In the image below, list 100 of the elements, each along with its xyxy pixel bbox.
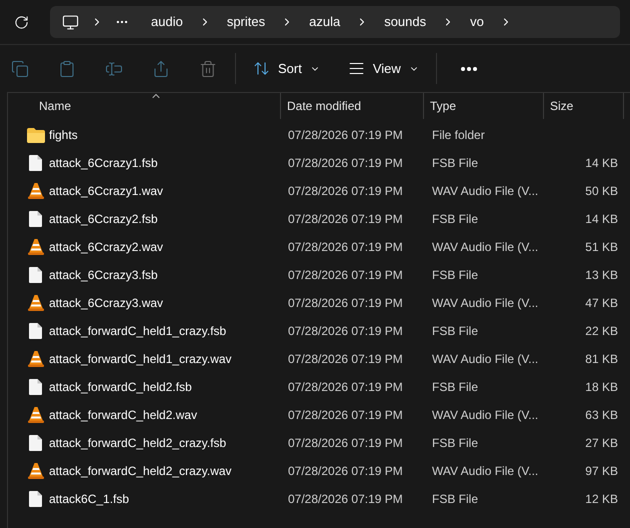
type-cell: FSB File [432, 324, 478, 338]
size-cell-text: 12 KB [585, 491, 618, 508]
breadcrumb-item[interactable]: sounds [376, 12, 434, 32]
file-name: attack_6Ccrazy2.wav [49, 239, 164, 256]
sort-arrows-icon [253, 60, 270, 77]
type-cell: FSB File [432, 380, 478, 394]
address-bar[interactable]: audio sprites azula sounds vo [50, 6, 620, 38]
file-row[interactable]: fights 07/28/2026 07:19 PM File folder [8, 121, 630, 149]
size-cell-text: 81 KB [585, 351, 618, 368]
date-cell: 07/28/2026 07:19 PM [288, 156, 403, 170]
type-cell: WAV Audio File (V... [432, 408, 538, 422]
traffic-cone-icon [28, 463, 44, 479]
date-cell: 07/28/2026 07:19 PM [288, 268, 403, 282]
file-name: attack_6Ccrazy3.wav [49, 295, 164, 312]
rename-icon[interactable] [105, 60, 123, 78]
view-button[interactable]: View [344, 54, 422, 84]
file-row[interactable]: attack6C_1.fsb 07/28/2026 07:19 PM FSB File 12 KB [8, 485, 630, 513]
file-name: attack_forwardC_held2.wav [49, 407, 198, 424]
type-cell: WAV Audio File (V... [432, 352, 538, 366]
size-cell-text: 97 KB [585, 463, 618, 480]
breadcrumb-item[interactable]: sprites [218, 12, 274, 32]
document-icon [29, 155, 42, 171]
document-icon [29, 211, 42, 227]
size-cell-text: 27 KB [585, 435, 618, 452]
size-cell-text: 22 KB [585, 323, 618, 340]
file-name: attack_forwardC_held1_crazy.fsb [49, 323, 226, 340]
file-name: attack_6Ccrazy2.fsb [49, 211, 158, 228]
type-cell: WAV Audio File (V... [432, 240, 538, 254]
file-name: attack_forwardC_held2_crazy.wav [49, 463, 232, 480]
file-row[interactable]: attack_forwardC_held1_crazy.wav 07/28/2026 07:19 PM WAV Audio File (V... 81 KB [8, 345, 630, 373]
sort-button[interactable]: Sort [250, 54, 323, 84]
column-header[interactable]: Size [544, 93, 624, 119]
traffic-cone-icon [28, 295, 44, 311]
date-cell: 07/28/2026 07:19 PM [288, 324, 403, 338]
refresh-icon [14, 14, 28, 30]
date-cell: 07/28/2026 07:19 PM [288, 128, 403, 142]
type-cell: WAV Audio File (V... [432, 296, 538, 310]
type-cell: File folder [432, 128, 485, 142]
file-name: attack6C_1.fsb [49, 491, 130, 508]
date-cell: 07/28/2026 07:19 PM [288, 464, 403, 478]
date-cell: 07/28/2026 07:19 PM [288, 352, 403, 366]
traffic-cone-icon [28, 239, 44, 255]
paste-icon[interactable] [58, 60, 76, 78]
computer-icon [62, 14, 79, 30]
document-icon [29, 435, 42, 451]
column-header[interactable]: Name [8, 93, 281, 119]
document-icon [29, 491, 42, 507]
date-cell: 07/28/2026 07:19 PM [288, 380, 403, 394]
date-cell: 07/28/2026 07:19 PM [288, 212, 403, 226]
type-cell: FSB File [432, 156, 478, 170]
breadcrumb-item[interactable]: azula [301, 12, 348, 32]
size-cell-text: 63 KB [585, 407, 618, 424]
file-row[interactable]: attack_6Ccrazy1.wav 07/28/2026 07:19 PM WAV Audio File (V... 50 KB [8, 177, 630, 205]
document-icon [29, 267, 42, 283]
more-icon [460, 66, 477, 70]
traffic-cone-icon [28, 351, 44, 367]
column-header[interactable]: Type [424, 93, 544, 119]
date-cell: 07/28/2026 07:19 PM [288, 184, 403, 198]
type-cell: FSB File [432, 268, 478, 282]
size-cell-text: 14 KB [585, 155, 618, 172]
file-row[interactable]: attack_forwardC_held2_crazy.fsb 07/28/2026 07:19 PM FSB File 27 KB [8, 429, 630, 457]
file-name: attack_forwardC_held1_crazy.wav [49, 351, 232, 368]
file-name: attack_6Ccrazy1.fsb [49, 155, 158, 172]
file-row[interactable]: attack_forwardC_held2_crazy.wav 07/28/2026 07:19 PM WAV Audio File (V... 97 KB [8, 457, 630, 485]
file-row[interactable]: attack_6Ccrazy3.wav 07/28/2026 07:19 PM WAV Audio File (V... 47 KB [8, 289, 630, 317]
file-name: attack_6Ccrazy3.fsb [49, 267, 158, 284]
date-cell: 07/28/2026 07:19 PM [288, 492, 403, 506]
type-cell: FSB File [432, 212, 478, 226]
size-cell-text: 47 KB [585, 295, 618, 312]
file-row[interactable]: attack_6Ccrazy2.wav 07/28/2026 07:19 PM WAV Audio File (V... 51 KB [8, 233, 630, 261]
file-name: fights [49, 127, 78, 144]
type-cell: FSB File [432, 436, 478, 450]
breadcrumb-item[interactable]: vo [462, 12, 492, 32]
type-cell: WAV Audio File (V... [432, 464, 538, 478]
file-row[interactable]: attack_forwardC_held2.wav 07/28/2026 07:19 PM WAV Audio File (V... 63 KB [8, 401, 630, 429]
size-cell-text: 14 KB [585, 211, 618, 228]
file-name: attack_6Ccrazy1.wav [49, 183, 164, 200]
type-cell: FSB File [432, 492, 478, 506]
share-icon[interactable] [152, 60, 170, 78]
file-row[interactable]: attack_6Ccrazy3.fsb 07/28/2026 07:19 PM FSB File 13 KB [8, 261, 630, 289]
traffic-cone-icon [28, 183, 44, 199]
size-cell-text: 18 KB [585, 379, 618, 396]
date-cell: 07/28/2026 07:19 PM [288, 436, 403, 450]
folder-icon [26, 128, 44, 142]
file-row[interactable]: attack_6Ccrazy2.fsb 07/28/2026 07:19 PM FSB File 14 KB [8, 205, 630, 233]
file-row[interactable]: attack_forwardC_held1_crazy.fsb 07/28/2026 07:19 PM FSB File 22 KB [8, 317, 630, 345]
size-cell-text: 50 KB [585, 183, 618, 200]
file-row[interactable]: attack_forwardC_held2.fsb 07/28/2026 07:19 PM FSB File 18 KB [8, 373, 630, 401]
type-cell: WAV Audio File (V... [432, 184, 538, 198]
date-cell: 07/28/2026 07:19 PM [288, 296, 403, 310]
file-row[interactable]: attack_6Ccrazy1.fsb 07/28/2026 07:19 PM FSB File 14 KB [8, 149, 630, 177]
date-cell: 07/28/2026 07:19 PM [288, 408, 403, 422]
file-name: attack_forwardC_held2_crazy.fsb [49, 435, 226, 452]
trash-icon[interactable] [199, 60, 217, 78]
traffic-cone-icon [28, 407, 44, 423]
column-header[interactable]: Date modified [281, 93, 424, 119]
breadcrumb-item[interactable]: audio [143, 12, 191, 32]
copy-icon[interactable] [11, 60, 29, 78]
document-icon [29, 379, 42, 395]
size-cell-text: 51 KB [585, 239, 618, 256]
